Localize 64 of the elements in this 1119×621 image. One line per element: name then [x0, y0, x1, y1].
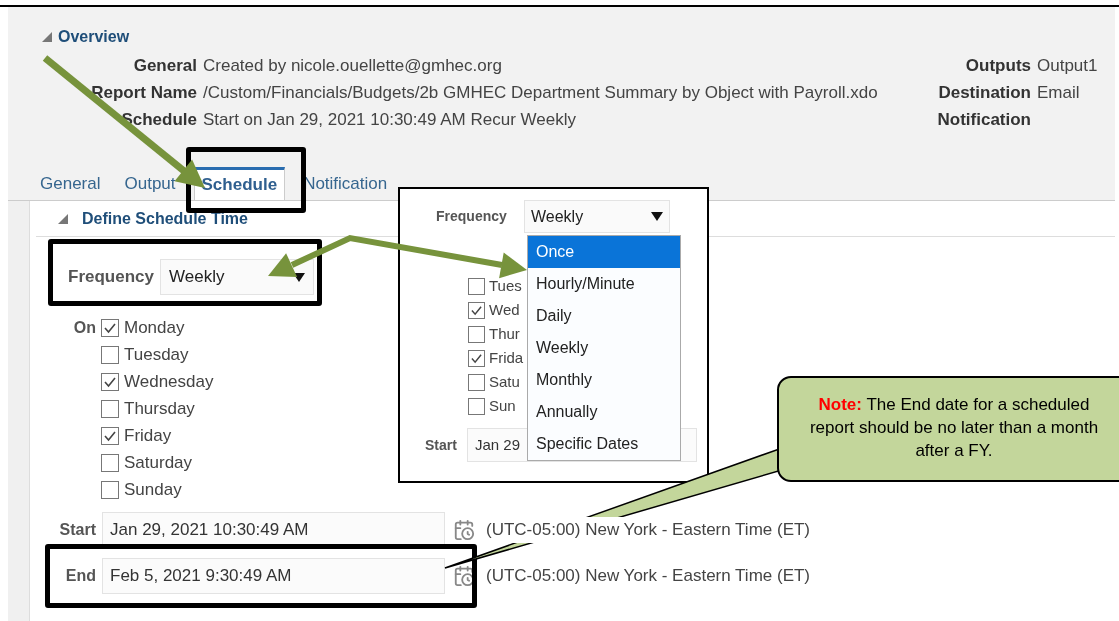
field-value: /Custom/Financials/Budgets/2b GMHEC Department Summary by Object with Payroll.xdo [203, 82, 878, 104]
checkbox[interactable] [101, 318, 119, 337]
dropdown-option[interactable]: Specific Dates [528, 428, 680, 460]
timezone-text: (UTC-05:00) New York - Eastern Time (ET) [486, 517, 811, 543]
checkbox[interactable] [101, 372, 119, 391]
checkbox[interactable] [468, 373, 485, 391]
date-label: End [64, 566, 96, 586]
day-label: Thur [489, 323, 520, 344]
day-label: Wednesday [124, 370, 214, 393]
field-value: Output1 [1037, 55, 1099, 77]
overview-title[interactable]: Overview [58, 25, 130, 49]
checkbox[interactable] [468, 397, 485, 415]
day-label: Tuesday [124, 343, 189, 366]
checkbox[interactable] [101, 480, 119, 499]
field-label: Destination [937, 82, 1031, 104]
field-value: Email [1037, 82, 1081, 104]
checkbox[interactable] [468, 277, 485, 295]
dropdown-option[interactable]: Once [528, 236, 680, 268]
checkbox[interactable] [468, 301, 485, 319]
frequency-select[interactable]: Weekly [160, 259, 314, 295]
date-field[interactable]: Feb 5, 2021 9:30:49 AM [102, 558, 445, 594]
date-label: Start [58, 520, 96, 540]
day-label: Sun [489, 395, 516, 416]
frequency-label: Frequency [68, 266, 154, 289]
frequency-label: Frequency [436, 207, 508, 226]
field-label: Schedule [120, 109, 197, 131]
field-label: Report Name [90, 82, 197, 104]
dropdown-option[interactable]: Daily [528, 300, 680, 332]
day-label: Frida [489, 347, 524, 368]
field-label: Outputs [964, 55, 1031, 77]
dropdown-option[interactable]: Weekly [528, 332, 680, 364]
checkbox[interactable] [468, 325, 485, 343]
checkbox[interactable] [468, 349, 485, 367]
tab[interactable]: Notification [297, 167, 394, 200]
day-label: Thursday [124, 397, 195, 420]
on-label: On [72, 318, 96, 338]
tab[interactable]: Schedule [193, 167, 286, 200]
collapse-triangle-icon[interactable] [58, 213, 68, 224]
note-callout: Note: The End date for a scheduled report should be no later than a month after a FY. [777, 376, 1119, 482]
dropdown-option[interactable]: Monthly [528, 364, 680, 396]
dropdown-option[interactable]: Annually [528, 396, 680, 428]
caret-icon [651, 212, 663, 221]
tab[interactable]: General [34, 167, 107, 200]
collapse-triangle-icon[interactable] [42, 32, 52, 42]
field-label: General [132, 55, 197, 77]
day-label: Friday [124, 424, 172, 447]
calendar-clock-icon[interactable] [453, 565, 475, 587]
day-label: Satu [489, 371, 520, 392]
dropdown-option[interactable]: Hourly/Minute [528, 268, 680, 300]
date-label: Start [425, 435, 458, 455]
checkbox[interactable] [101, 399, 119, 418]
tab[interactable]: Output [118, 167, 182, 200]
day-label: Tues [489, 275, 522, 296]
field-value: Created by nicole.ouellette@gmhec.org [203, 55, 503, 77]
field-label: Notification [937, 109, 1031, 131]
day-label: Wed [489, 299, 520, 320]
field-value: Start on Jan 29, 2021 10:30:49 AM Recur Weekly [203, 109, 577, 131]
frequency-select[interactable]: Weekly [524, 200, 670, 233]
checkbox[interactable] [101, 345, 119, 364]
checkbox[interactable] [101, 453, 119, 472]
day-label: Monday [124, 316, 185, 339]
checkbox[interactable] [101, 426, 119, 445]
day-label: Saturday [124, 451, 193, 474]
day-label: Sunday [124, 478, 182, 501]
